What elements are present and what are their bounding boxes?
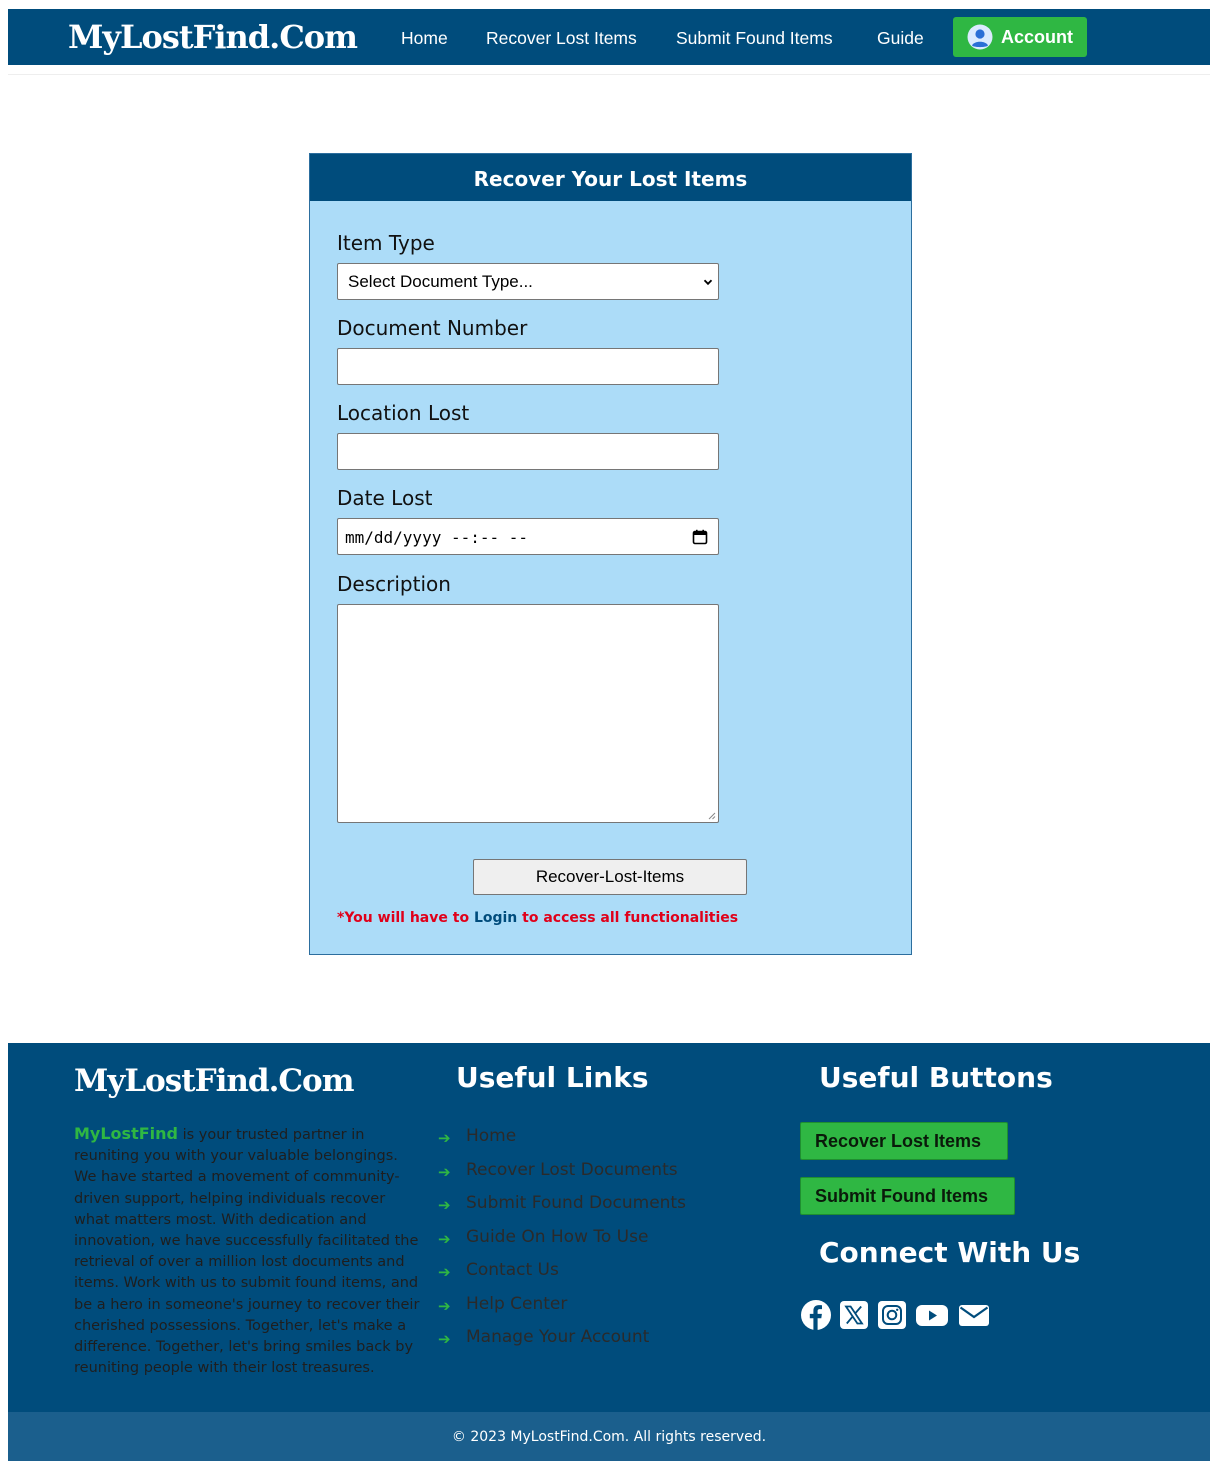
about-description: is your trusted partner in reuniting you… [74,1127,420,1377]
recover-form-card: Recover Your Lost Items Item Type Select… [309,153,912,955]
nav-submit-found-items[interactable]: Submit Found Items [676,27,833,49]
form-header: Recover Your Lost Items [310,154,911,201]
item-type-select[interactable]: Select Document Type... [337,263,719,300]
footer-logo[interactable]: MyLostFind.Com [74,1061,355,1101]
arrow-right-icon: ➔ [438,1330,451,1348]
connect-heading: Connect With Us [819,1236,1081,1269]
copyright-text: © 2023 MyLostFind.Com. All rights reserv… [451,1429,767,1445]
chevron-down-icon [703,279,713,286]
description-label: Description [337,572,451,596]
document-number-input[interactable] [337,348,719,385]
x-twitter-icon[interactable] [840,1301,868,1329]
instagram-icon[interactable] [878,1301,906,1329]
calendar-icon[interactable] [692,529,708,545]
recover-lost-items-button[interactable]: Recover-Lost-Items [473,859,747,895]
login-link[interactable]: Login [474,910,517,926]
footer: MyLostFind.Com MyLostFind is your truste… [8,1043,1210,1412]
arrow-right-icon: ➔ [438,1129,451,1147]
user-circle-icon [967,24,993,50]
site-logo[interactable]: MyLostFind.Com [68,17,358,57]
useful-buttons-heading: Useful Buttons [819,1061,1053,1094]
nav-recover-lost-items[interactable]: Recover Lost Items [486,27,637,49]
youtube-icon[interactable] [915,1299,949,1331]
facebook-icon[interactable] [800,1299,832,1331]
footer-link-label: Guide On How To Use [466,1226,649,1247]
nav-home[interactable]: Home [401,27,448,49]
navbar-divider [8,65,1210,75]
copyright-bar: © 2023 MyLostFind.Com. All rights reserv… [8,1412,1210,1461]
item-type-label: Item Type [337,231,435,255]
account-button[interactable]: Account [953,17,1087,57]
footer-submit-found-items-button[interactable]: Submit Found Items [800,1177,1015,1215]
document-number-label: Document Number [337,316,528,340]
account-label: Account [1001,27,1073,47]
about-text: MyLostFind is your trusted partner in re… [74,1123,424,1379]
location-lost-input[interactable] [337,433,719,470]
useful-links-heading: Useful Links [456,1061,649,1094]
footer-link-label: Help Center [466,1293,568,1314]
footer-link-label: Contact Us [466,1260,559,1280]
arrow-right-icon: ➔ [438,1196,451,1214]
notice-suffix: to access all functionalities [522,910,739,926]
footer-link-label: Submit Found Documents [466,1193,686,1213]
arrow-right-icon: ➔ [438,1296,451,1315]
item-type-selected-value: Select Document Type... [348,272,533,291]
resize-grip-icon[interactable] [708,812,716,820]
location-lost-label: Location Lost [337,401,470,425]
date-placeholder: mm/dd/yyyy --:-- -- [345,528,529,547]
footer-link-label: Home [466,1126,517,1146]
navbar: MyLostFind.Com Home Recover Lost Items S… [8,9,1210,65]
login-notice: *You will have to Login to access all fu… [337,909,738,927]
arrow-right-icon: ➔ [438,1229,451,1248]
date-lost-input[interactable]: mm/dd/yyyy --:-- -- [337,518,719,555]
notice-prefix: *You will have to [337,910,470,926]
arrow-right-icon: ➔ [438,1162,451,1181]
email-icon[interactable] [958,1299,990,1331]
date-lost-label: Date Lost [337,486,433,510]
about-brand: MyLostFind [74,1124,178,1143]
footer-link-label: Manage Your Account [466,1327,650,1347]
description-textarea[interactable] [337,604,719,823]
nav-guide[interactable]: Guide [877,27,924,49]
form-title: Recover Your Lost Items [473,167,748,191]
footer-recover-lost-items-button[interactable]: Recover Lost Items [800,1122,1008,1160]
arrow-right-icon: ➔ [438,1263,451,1281]
footer-link-label: Recover Lost Documents [466,1159,678,1180]
